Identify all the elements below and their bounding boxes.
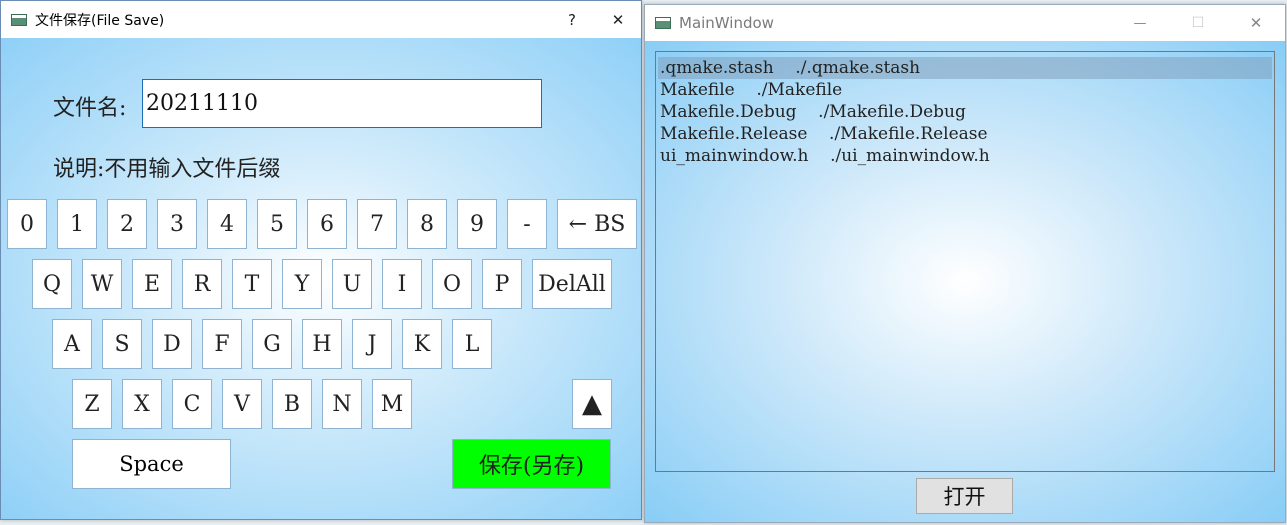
- key-c[interactable]: C: [172, 379, 212, 429]
- file-list-item[interactable]: Makefile.Release ./Makefile.Release: [658, 123, 1272, 145]
- app-window-icon: [11, 13, 27, 26]
- space-key[interactable]: Space: [72, 439, 231, 489]
- save-as-button[interactable]: 保存(另存): [452, 439, 611, 489]
- key-f[interactable]: F: [202, 319, 242, 369]
- key-7[interactable]: 7: [357, 199, 397, 249]
- app-window-icon: [655, 17, 671, 29]
- key-5[interactable]: 5: [257, 199, 297, 249]
- main-titlebar[interactable]: MainWindow — ☐ ✕: [645, 5, 1285, 41]
- key-l[interactable]: L: [452, 319, 492, 369]
- dialog-client: 文件名: 20211110 说明:不用输入文件后缀 0123456789- QWE…: [1, 38, 641, 519]
- file-list-item[interactable]: .qmake.stash ./.qmake.stash: [658, 57, 1272, 79]
- key-z[interactable]: Z: [72, 379, 112, 429]
- key-0[interactable]: 0: [7, 199, 47, 249]
- key-t[interactable]: T: [232, 259, 272, 309]
- main-close-button[interactable]: ✕: [1227, 5, 1285, 42]
- key-6[interactable]: 6: [307, 199, 347, 249]
- key-k[interactable]: K: [402, 319, 442, 369]
- key-i[interactable]: I: [382, 259, 422, 309]
- note-label: 说明:不用输入文件后缀: [53, 157, 281, 182]
- dialog-close-button[interactable]: ✕: [595, 1, 641, 38]
- key-b[interactable]: B: [272, 379, 312, 429]
- key-j[interactable]: J: [352, 319, 392, 369]
- key-q[interactable]: Q: [32, 259, 72, 309]
- key-a[interactable]: A: [52, 319, 92, 369]
- key-3[interactable]: 3: [157, 199, 197, 249]
- key-y[interactable]: Y: [282, 259, 322, 309]
- backspace-key[interactable]: ← BS: [557, 199, 637, 249]
- key-u[interactable]: U: [332, 259, 372, 309]
- key-d[interactable]: D: [152, 319, 192, 369]
- key-n[interactable]: N: [322, 379, 362, 429]
- key-r[interactable]: R: [182, 259, 222, 309]
- key-h[interactable]: H: [302, 319, 342, 369]
- key-p[interactable]: P: [482, 259, 522, 309]
- key-e[interactable]: E: [132, 259, 172, 309]
- key-m[interactable]: M: [372, 379, 412, 429]
- file-list[interactable]: .qmake.stash ./.qmake.stash Makefile ./Ma…: [655, 51, 1275, 472]
- key-2[interactable]: 2: [107, 199, 147, 249]
- main-window: MainWindow — ☐ ✕ .qmake.stash ./.qmake.s…: [644, 4, 1286, 523]
- key-o[interactable]: O: [432, 259, 472, 309]
- file-list-item[interactable]: Makefile ./Makefile: [658, 79, 1272, 101]
- main-window-title: MainWindow: [679, 14, 774, 32]
- file-list-item[interactable]: ui_mainwindow.h ./ui_mainwindow.h: [658, 145, 1272, 167]
- help-button[interactable]: ?: [549, 1, 595, 38]
- main-client: .qmake.stash ./.qmake.stash Makefile ./Ma…: [645, 41, 1285, 522]
- key-x[interactable]: X: [122, 379, 162, 429]
- delete-all-key[interactable]: DelAll: [532, 259, 612, 309]
- dialog-title: 文件保存(File Save): [35, 12, 165, 29]
- key-8[interactable]: 8: [407, 199, 447, 249]
- key-g[interactable]: G: [252, 319, 292, 369]
- dialog-titlebar[interactable]: 文件保存(File Save) ? ✕: [1, 1, 641, 38]
- maximize-button[interactable]: ☐: [1169, 5, 1227, 42]
- filename-label: 文件名:: [53, 96, 127, 121]
- key-w[interactable]: W: [82, 259, 122, 309]
- key-4[interactable]: 4: [207, 199, 247, 249]
- key-v[interactable]: V: [222, 379, 262, 429]
- key-1[interactable]: 1: [57, 199, 97, 249]
- key-minus[interactable]: -: [507, 199, 547, 249]
- key-s[interactable]: S: [102, 319, 142, 369]
- file-save-dialog: 文件保存(File Save) ? ✕ 文件名: 20211110 说明:不用输…: [0, 0, 642, 520]
- key-9[interactable]: 9: [457, 199, 497, 249]
- open-button[interactable]: 打开: [916, 478, 1013, 514]
- shift-up-icon[interactable]: ▲: [572, 379, 612, 429]
- filename-input[interactable]: 20211110: [142, 79, 542, 128]
- file-list-item[interactable]: Makefile.Debug ./Makefile.Debug: [658, 101, 1272, 123]
- minimize-button[interactable]: —: [1111, 5, 1169, 42]
